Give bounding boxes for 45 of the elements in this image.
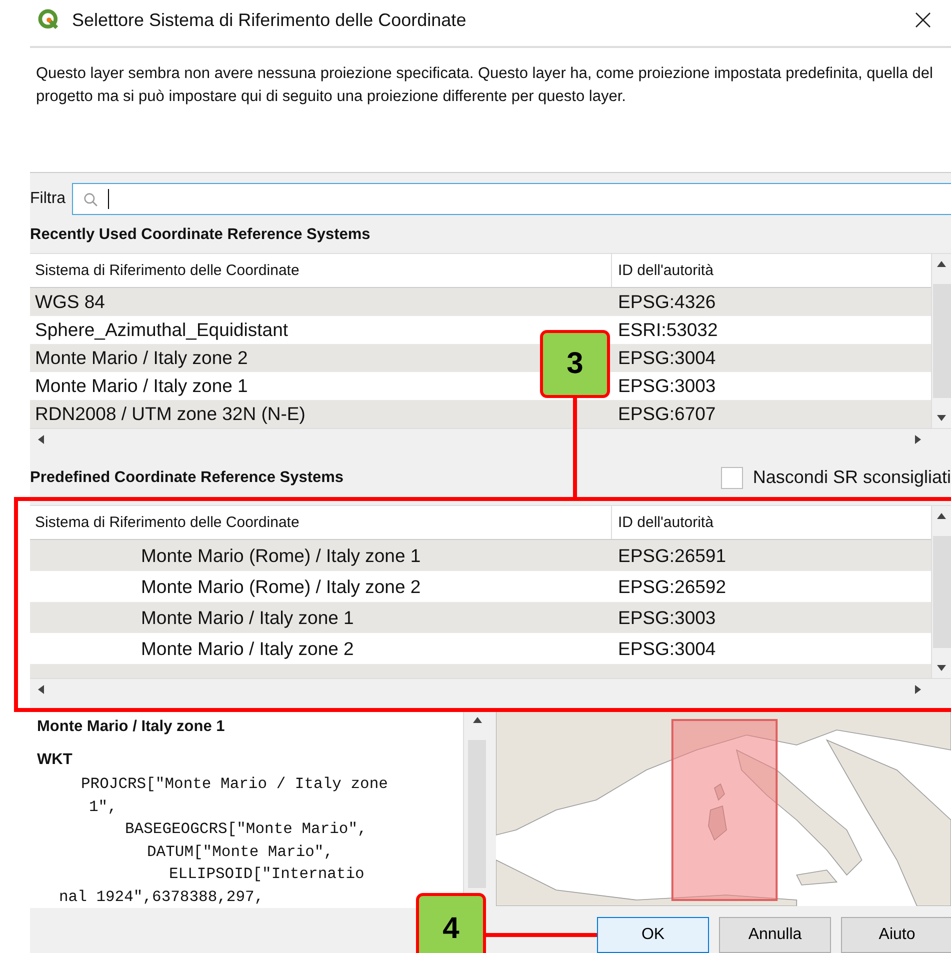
callout-badge: 4 (416, 893, 486, 953)
window-title: Selettore Sistema di Riferimento delle Coordinate (72, 10, 468, 30)
callout-badge: 3 (540, 330, 610, 398)
crs-title: Monte Mario / Italy zone 1 (37, 718, 226, 736)
table-row[interactable]: Sphere_Azimuthal_Equidistant ESRI:53032 (30, 316, 931, 344)
table-cell: Monte Mario / Italy zone 1 (141, 606, 354, 628)
table-cell: Monte Mario / Italy zone 2 (35, 347, 248, 369)
table-cell: Sphere_Azimuthal_Equidistant (35, 319, 288, 341)
column-header[interactable]: Sistema di Riferimento delle Coordinate (30, 254, 612, 287)
table-cell: EPSG:4326 (618, 291, 716, 313)
table-cell: EPSG:6707 (618, 403, 716, 425)
description-text: Questo layer sembra non avere nessuna proiezione specificata. Questo layer ha, come proiezione impostata predefinita, quella del progetto ma si può impostare qui di seguito una proiezione differente per questo layer. (36, 64, 934, 107)
dialog-button[interactable]: Annulla (719, 917, 831, 953)
table-cell: RDN2008 / UTM zone 32N (N-E) (35, 403, 306, 425)
table-cell: Monte Mario (Rome) / Italy zone 1 (141, 544, 421, 566)
table-row[interactable]: Monte Mario / Italy zone 2 EPSG:3004 (30, 633, 931, 664)
wkt-line: BASEGEOGCRS["Monte Mario", (124, 819, 368, 840)
table-cell: ESRI:53032 (618, 319, 718, 341)
table-cell: WGS 84 (35, 291, 105, 313)
dialog-button[interactable]: Aiuto (841, 917, 951, 953)
table-cell: Monte Mario (Rome) / Italy zone 2 (141, 576, 421, 598)
filter-label: Filtra (30, 190, 66, 208)
table-cell: EPSG:26591 (618, 544, 726, 566)
column-header[interactable]: ID dell'autorità (612, 254, 931, 287)
table-cell: Monte Mario / Italy zone 1 (35, 375, 248, 397)
table-cell: EPSG:3004 (618, 347, 716, 369)
wkt-line: DATUM["Monte Mario", (146, 842, 334, 862)
section-label: WKT (37, 751, 74, 769)
table-cell: EPSG:3003 (618, 375, 716, 397)
wkt-line: ELLIPSOID["Internatio (168, 864, 366, 885)
dialog-button[interactable]: OK (597, 917, 709, 953)
wkt-line: 1", (88, 796, 118, 818)
section-heading: Predefined Coordinate Reference Systems (30, 468, 344, 486)
table-cell: EPSG:26592 (618, 576, 726, 598)
column-header[interactable]: ID dell'autorità (612, 506, 931, 539)
section-heading: Recently Used Coordinate Reference Systems (30, 226, 372, 244)
wkt-line: PROJCRS["Monte Mario / Italy zone (80, 774, 389, 795)
table-row[interactable]: Monte Mario / Italy zone 1 EPSG:3003 (30, 372, 931, 400)
table-cell: EPSG:3003 (618, 606, 716, 628)
table-cell: Monte Mario / Italy zone 2 (141, 638, 354, 660)
table-cell: EPSG:3004 (618, 638, 716, 660)
table-row[interactable]: Monte Mario (Rome) / Italy zone 2 EPSG:26592 (30, 571, 931, 602)
column-header[interactable]: Sistema di Riferimento delle Coordinate (30, 506, 612, 539)
checkbox-label[interactable]: Nascondi SR sconsigliati (752, 467, 951, 488)
wkt-line: nal 1924",6378388,297, (58, 886, 265, 908)
